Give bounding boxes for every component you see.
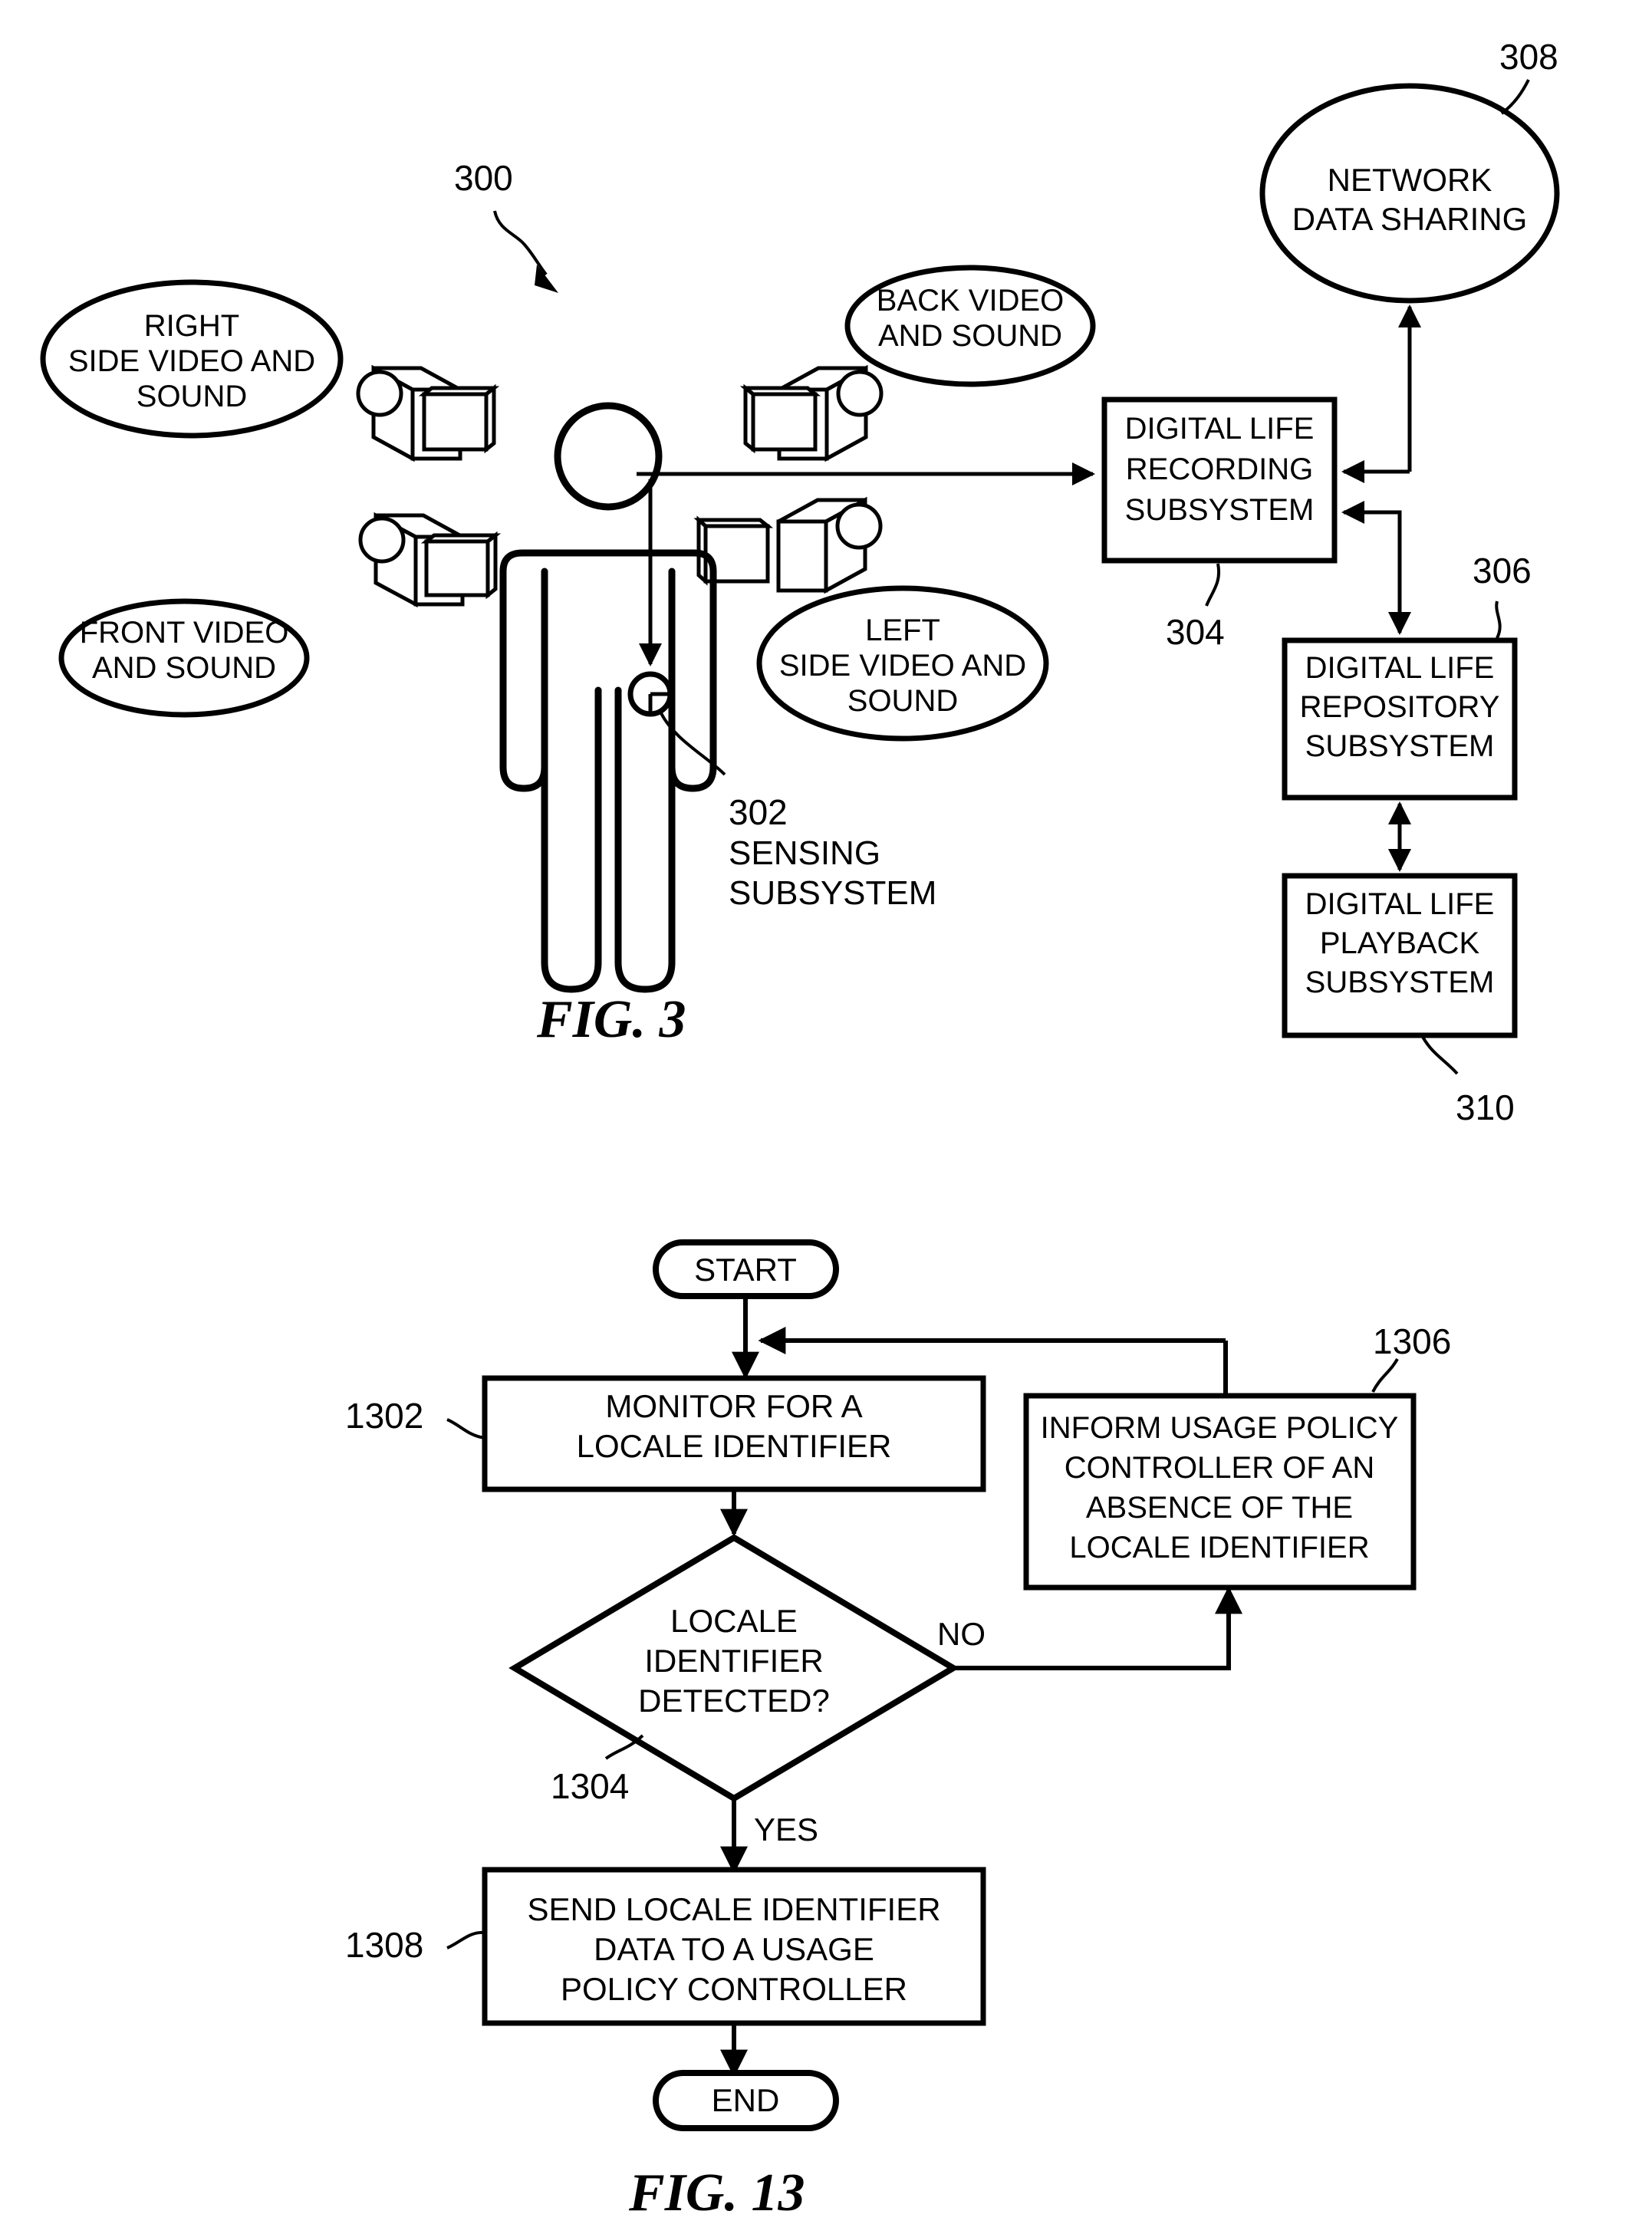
leader-line-1304 bbox=[604, 1734, 644, 1760]
node-back-video-sound-line2: AND SOUND bbox=[878, 319, 1062, 353]
node-front-video-sound-line1: FRONT VIDEO bbox=[80, 616, 289, 650]
node-back-video-sound-line1: BACK VIDEO bbox=[877, 284, 1065, 317]
figure-13-group: START MONITOR FOR A LOCALE IDENTIFIER 13… bbox=[345, 1239, 1451, 2222]
node-right-video-sound-line1: RIGHT bbox=[144, 309, 239, 343]
node-decision-line2: IDENTIFIER bbox=[644, 1643, 823, 1679]
node-repository-line1: DIGITAL LIFE bbox=[1305, 651, 1495, 685]
node-front-video-sound-line2: AND SOUND bbox=[92, 651, 276, 685]
arrow-no-to-inform bbox=[953, 1586, 1242, 1670]
patent-figure-page: 300 RIGHT SIDE VIDEO AND SOUND FRONT VID… bbox=[0, 0, 1652, 2234]
node-send-line2: DATA TO A USAGE bbox=[594, 1931, 874, 1967]
edge-label-yes: YES bbox=[754, 1811, 818, 1847]
node-playback-line3: SUBSYSTEM bbox=[1305, 966, 1495, 999]
leader-line-310 bbox=[1421, 1036, 1459, 1075]
camcorder-icon-front bbox=[358, 512, 502, 608]
camcorder-icon-right-side bbox=[356, 364, 500, 462]
node-left-video-sound-line2: SIDE VIDEO AND bbox=[779, 649, 1026, 683]
node-left-video-sound-line1: LEFT bbox=[865, 614, 940, 647]
ref-label-310: 310 bbox=[1456, 1087, 1515, 1127]
ref-label-1308: 1308 bbox=[345, 1925, 423, 1965]
ref-label-300: 300 bbox=[454, 158, 513, 198]
arrow-repository-to-recording bbox=[1341, 501, 1402, 633]
person-outline bbox=[499, 402, 717, 993]
node-send-line1: SEND LOCALE IDENTIFIER bbox=[527, 1891, 940, 1927]
label-sensing-subsystem-line1: SENSING bbox=[729, 834, 880, 872]
ref-label-302: 302 bbox=[729, 792, 788, 832]
node-left-video-sound-line3: SOUND bbox=[847, 684, 958, 718]
node-inform-line4: LOCALE IDENTIFIER bbox=[1069, 1531, 1369, 1564]
ref-label-1306: 1306 bbox=[1373, 1321, 1451, 1361]
leader-line-1308 bbox=[446, 1930, 485, 1949]
node-inform-line3: ABSENCE OF THE bbox=[1086, 1491, 1353, 1525]
node-recording-line1: DIGITAL LIFE bbox=[1125, 412, 1315, 446]
ref-label-1304: 1304 bbox=[551, 1766, 629, 1806]
leader-line-304 bbox=[1205, 563, 1221, 607]
node-inform-line2: CONTROLLER OF AN bbox=[1065, 1451, 1375, 1485]
leader-line-1302 bbox=[446, 1418, 485, 1439]
node-network-data-sharing-line2: DATA SHARING bbox=[1292, 201, 1528, 237]
node-recording-line3: SUBSYSTEM bbox=[1125, 493, 1315, 527]
figures-canvas: 300 RIGHT SIDE VIDEO AND SOUND FRONT VID… bbox=[40, 37, 1560, 2222]
node-inform-line1: INFORM USAGE POLICY bbox=[1041, 1411, 1399, 1445]
node-start-label: START bbox=[694, 1252, 797, 1288]
ref-label-1302: 1302 bbox=[345, 1396, 423, 1436]
ref-label-308: 308 bbox=[1499, 37, 1558, 77]
node-right-video-sound-line2: SIDE VIDEO AND bbox=[68, 344, 315, 378]
leader-line-306 bbox=[1495, 600, 1502, 639]
edge-label-no: NO bbox=[937, 1616, 986, 1652]
ref-label-304: 304 bbox=[1166, 612, 1225, 652]
figure-3-caption: FIG. 3 bbox=[536, 990, 686, 1049]
figure-3-group: 300 RIGHT SIDE VIDEO AND SOUND FRONT VID… bbox=[40, 37, 1560, 1127]
node-network-data-sharing-line1: NETWORK bbox=[1328, 162, 1492, 198]
node-decision-line3: DETECTED? bbox=[638, 1683, 830, 1719]
node-right-video-sound-line3: SOUND bbox=[137, 380, 247, 413]
node-monitor-line2: LOCALE IDENTIFIER bbox=[577, 1428, 892, 1464]
node-playback-line1: DIGITAL LIFE bbox=[1305, 887, 1495, 921]
node-playback-line2: PLAYBACK bbox=[1320, 926, 1480, 960]
camcorder-icon-left-side bbox=[693, 496, 883, 594]
node-repository-line2: REPOSITORY bbox=[1300, 690, 1500, 724]
node-decision-line1: LOCALE bbox=[670, 1603, 798, 1639]
leader-arrow-300 bbox=[535, 265, 558, 293]
ref-label-306: 306 bbox=[1473, 551, 1532, 591]
node-send-line3: POLICY CONTROLLER bbox=[561, 1971, 907, 2007]
label-sensing-subsystem-line2: SUBSYSTEM bbox=[729, 874, 936, 912]
node-end-label: END bbox=[712, 2082, 780, 2118]
leader-line-300 bbox=[493, 210, 548, 276]
node-repository-line3: SUBSYSTEM bbox=[1305, 729, 1495, 763]
leader-line-308 bbox=[1500, 79, 1530, 115]
node-recording-line2: RECORDING bbox=[1126, 452, 1313, 486]
leader-line-1306 bbox=[1371, 1358, 1399, 1393]
figure-13-caption: FIG. 13 bbox=[628, 2163, 805, 2222]
node-monitor-line1: MONITOR FOR A bbox=[605, 1388, 862, 1424]
camcorder-icon-back bbox=[739, 364, 884, 462]
